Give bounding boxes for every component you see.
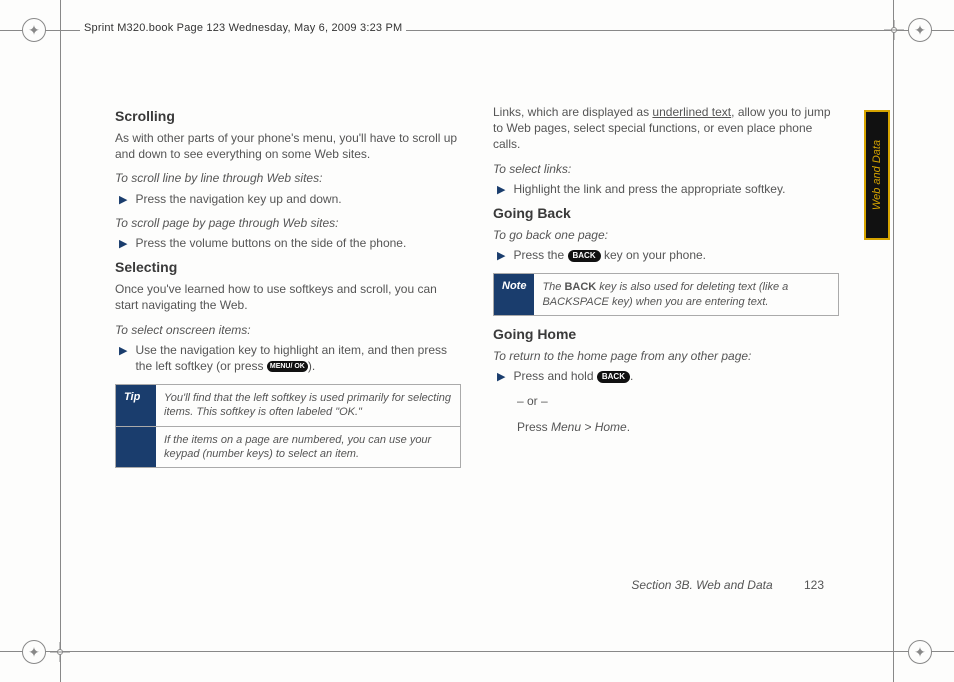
bullet-arrow-icon: ▶ [119,344,127,357]
left-column: Scrolling As with other parts of your ph… [115,100,461,602]
bullet-scroll-page: ▶ Press the volume buttons on the side o… [119,235,461,251]
bullet-links-text: Highlight the link and press the appropr… [513,181,839,197]
crop-ornament-tl: ✦ [22,18,46,42]
bullet-arrow-icon: ▶ [497,370,505,383]
bullet-arrow-icon: ▶ [497,249,505,262]
crop-ornament-br: ✦ [908,640,932,664]
underlined-text-sample: underlined text [652,105,731,119]
back-key-icon: BACK [568,250,601,262]
or-separator: – or – [517,392,839,410]
bullet-home: ▶ Press and hold BACK. [497,368,839,384]
heading-going-back: Going Back [493,205,839,221]
bullet-scroll-page-text: Press the volume buttons on the side of … [135,235,461,251]
bullet-scroll-line-text: Press the navigation key up and down. [135,191,461,207]
tip-callout: Tip You'll find that the left softkey is… [115,384,461,468]
heading-going-home: Going Home [493,326,839,342]
para-select-intro: Once you've learned how to use softkeys … [115,281,461,313]
page-footer: Section 3B. Web and Data 123 [631,578,824,592]
crop-ornament-tr: ✦ [908,18,932,42]
tip-label: Tip [116,385,156,426]
crop-ornament-bl: ✦ [22,640,46,664]
footer-page-number: 123 [804,578,824,592]
page-body: Scrolling As with other parts of your ph… [115,100,839,602]
bullet-arrow-icon: ▶ [119,237,127,250]
section-tab: Web and Data [864,110,890,240]
crop-cross-bl [50,642,70,662]
menu-ok-key-icon: MENU/ OK [267,361,308,372]
footer-section: Section 3B. Web and Data [631,578,772,592]
note-label: Note [494,274,534,315]
tip-body-1: You'll find that the left softkey is use… [156,385,460,426]
right-column: Links, which are displayed as underlined… [493,100,839,602]
bullet-scroll-line: ▶ Press the navigation key up and down. [119,191,461,207]
bullet-arrow-icon: ▶ [497,183,505,196]
press-menu-home: Press Menu > Home. [517,418,839,436]
tip-body-2: If the items on a page are numbered, you… [156,427,460,468]
crop-line-left [60,0,61,682]
heading-selecting: Selecting [115,259,461,275]
back-key-icon: BACK [597,371,630,383]
subhead-scroll-page: To scroll page by page through Web sites… [115,215,461,231]
note-callout: Note The BACK key is also used for delet… [493,273,839,316]
subhead-links: To select links: [493,161,839,177]
crop-cross-tr [884,20,904,40]
bullet-home-text: Press and hold BACK. [513,368,839,384]
doc-header: Sprint M320.book Page 123 Wednesday, May… [80,22,406,34]
section-tab-label: Web and Data [871,140,883,210]
subhead-back: To go back one page: [493,227,839,243]
bullet-back: ▶ Press the BACK key on your phone. [497,247,839,263]
bullet-select-text: Use the navigation key to highlight an i… [135,342,461,374]
subhead-scroll-line: To scroll line by line through Web sites… [115,170,461,186]
crop-line-bottom [0,651,954,652]
subhead-select: To select onscreen items: [115,322,461,338]
bullet-links: ▶ Highlight the link and press the appro… [497,181,839,197]
crop-line-right [893,0,894,682]
bullet-select: ▶ Use the navigation key to highlight an… [119,342,461,374]
para-links: Links, which are displayed as underlined… [493,104,839,153]
tip-label-spacer [116,427,156,468]
note-body: The BACK key is also used for deleting t… [534,274,838,315]
bullet-arrow-icon: ▶ [119,193,127,206]
para-scroll-intro: As with other parts of your phone's menu… [115,130,461,162]
bullet-back-text: Press the BACK key on your phone. [513,247,839,263]
heading-scrolling: Scrolling [115,108,461,124]
subhead-home: To return to the home page from any othe… [493,348,839,364]
